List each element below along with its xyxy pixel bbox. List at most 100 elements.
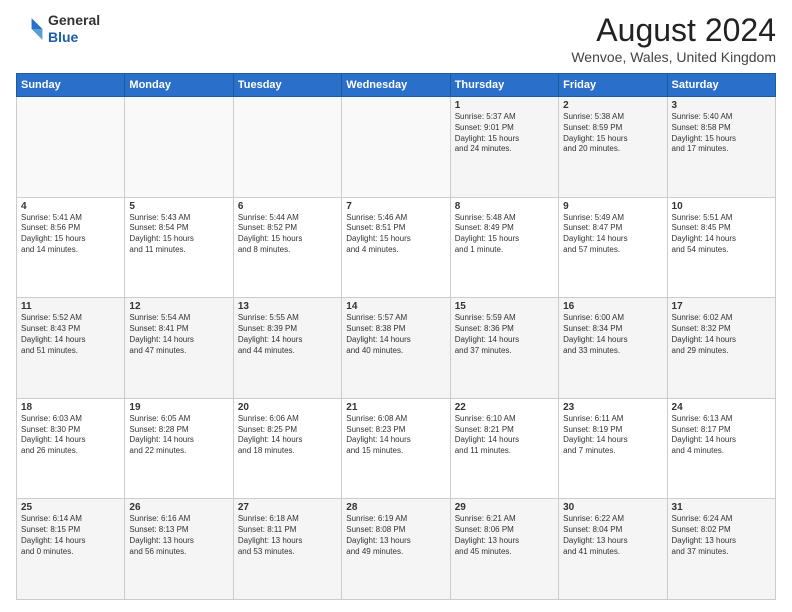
cell-info: Sunrise: 6:00 AM Sunset: 8:34 PM Dayligh… [563,313,662,356]
day-number: 22 [455,402,554,413]
calendar-cell: 10Sunrise: 5:51 AM Sunset: 8:45 PM Dayli… [667,197,775,298]
calendar-week-3: 11Sunrise: 5:52 AM Sunset: 8:43 PM Dayli… [17,298,776,399]
cell-info: Sunrise: 5:55 AM Sunset: 8:39 PM Dayligh… [238,313,337,356]
cell-info: Sunrise: 5:48 AM Sunset: 8:49 PM Dayligh… [455,213,554,256]
cell-info: Sunrise: 5:59 AM Sunset: 8:36 PM Dayligh… [455,313,554,356]
day-number: 15 [455,301,554,312]
calendar-week-2: 4Sunrise: 5:41 AM Sunset: 8:56 PM Daylig… [17,197,776,298]
calendar-cell [125,97,233,198]
cell-info: Sunrise: 6:03 AM Sunset: 8:30 PM Dayligh… [21,414,120,457]
day-number: 17 [672,301,771,312]
day-number: 30 [563,502,662,513]
cell-info: Sunrise: 6:08 AM Sunset: 8:23 PM Dayligh… [346,414,445,457]
calendar-cell: 30Sunrise: 6:22 AM Sunset: 8:04 PM Dayli… [559,499,667,600]
calendar-cell: 11Sunrise: 5:52 AM Sunset: 8:43 PM Dayli… [17,298,125,399]
calendar-cell: 16Sunrise: 6:00 AM Sunset: 8:34 PM Dayli… [559,298,667,399]
cell-info: Sunrise: 6:14 AM Sunset: 8:15 PM Dayligh… [21,514,120,557]
cell-info: Sunrise: 6:05 AM Sunset: 8:28 PM Dayligh… [129,414,228,457]
cell-info: Sunrise: 5:46 AM Sunset: 8:51 PM Dayligh… [346,213,445,256]
calendar-cell: 19Sunrise: 6:05 AM Sunset: 8:28 PM Dayli… [125,398,233,499]
cell-info: Sunrise: 5:52 AM Sunset: 8:43 PM Dayligh… [21,313,120,356]
calendar-cell: 23Sunrise: 6:11 AM Sunset: 8:19 PM Dayli… [559,398,667,499]
day-number: 27 [238,502,337,513]
day-number: 13 [238,301,337,312]
calendar-cell: 20Sunrise: 6:06 AM Sunset: 8:25 PM Dayli… [233,398,341,499]
location: Wenvoe, Wales, United Kingdom [571,49,776,65]
cell-info: Sunrise: 6:10 AM Sunset: 8:21 PM Dayligh… [455,414,554,457]
calendar-cell: 27Sunrise: 6:18 AM Sunset: 8:11 PM Dayli… [233,499,341,600]
day-number: 6 [238,201,337,212]
cell-info: Sunrise: 5:51 AM Sunset: 8:45 PM Dayligh… [672,213,771,256]
cell-info: Sunrise: 5:41 AM Sunset: 8:56 PM Dayligh… [21,213,120,256]
cell-info: Sunrise: 6:19 AM Sunset: 8:08 PM Dayligh… [346,514,445,557]
logo-general: General [48,12,100,29]
cell-info: Sunrise: 5:40 AM Sunset: 8:58 PM Dayligh… [672,112,771,155]
logo-blue: Blue [48,29,100,46]
day-number: 29 [455,502,554,513]
cell-info: Sunrise: 5:43 AM Sunset: 8:54 PM Dayligh… [129,213,228,256]
day-number: 28 [346,502,445,513]
calendar-cell: 29Sunrise: 6:21 AM Sunset: 8:06 PM Dayli… [450,499,558,600]
calendar-cell: 15Sunrise: 5:59 AM Sunset: 8:36 PM Dayli… [450,298,558,399]
calendar-cell: 2Sunrise: 5:38 AM Sunset: 8:59 PM Daylig… [559,97,667,198]
day-number: 10 [672,201,771,212]
day-number: 12 [129,301,228,312]
logo: General Blue [16,12,100,46]
calendar-cell: 24Sunrise: 6:13 AM Sunset: 8:17 PM Dayli… [667,398,775,499]
day-number: 23 [563,402,662,413]
calendar-cell: 4Sunrise: 5:41 AM Sunset: 8:56 PM Daylig… [17,197,125,298]
day-number: 7 [346,201,445,212]
day-header-saturday: Saturday [667,74,775,97]
day-number: 3 [672,100,771,111]
cell-info: Sunrise: 6:11 AM Sunset: 8:19 PM Dayligh… [563,414,662,457]
day-header-friday: Friday [559,74,667,97]
cell-info: Sunrise: 5:54 AM Sunset: 8:41 PM Dayligh… [129,313,228,356]
day-number: 21 [346,402,445,413]
calendar-cell: 17Sunrise: 6:02 AM Sunset: 8:32 PM Dayli… [667,298,775,399]
cell-info: Sunrise: 6:21 AM Sunset: 8:06 PM Dayligh… [455,514,554,557]
day-number: 25 [21,502,120,513]
cell-info: Sunrise: 6:16 AM Sunset: 8:13 PM Dayligh… [129,514,228,557]
calendar-cell: 5Sunrise: 5:43 AM Sunset: 8:54 PM Daylig… [125,197,233,298]
day-number: 9 [563,201,662,212]
day-number: 24 [672,402,771,413]
header: General Blue August 2024 Wenvoe, Wales, … [16,12,776,65]
calendar-cell: 1Sunrise: 5:37 AM Sunset: 9:01 PM Daylig… [450,97,558,198]
cell-info: Sunrise: 6:02 AM Sunset: 8:32 PM Dayligh… [672,313,771,356]
day-number: 16 [563,301,662,312]
cell-info: Sunrise: 6:22 AM Sunset: 8:04 PM Dayligh… [563,514,662,557]
calendar-cell: 6Sunrise: 5:44 AM Sunset: 8:52 PM Daylig… [233,197,341,298]
day-number: 26 [129,502,228,513]
day-number: 31 [672,502,771,513]
day-number: 2 [563,100,662,111]
day-number: 8 [455,201,554,212]
calendar-cell: 21Sunrise: 6:08 AM Sunset: 8:23 PM Dayli… [342,398,450,499]
calendar-cell [342,97,450,198]
calendar: SundayMondayTuesdayWednesdayThursdayFrid… [16,73,776,600]
calendar-cell: 18Sunrise: 6:03 AM Sunset: 8:30 PM Dayli… [17,398,125,499]
calendar-cell: 9Sunrise: 5:49 AM Sunset: 8:47 PM Daylig… [559,197,667,298]
month-title: August 2024 [571,12,776,49]
calendar-header-row: SundayMondayTuesdayWednesdayThursdayFrid… [17,74,776,97]
day-header-wednesday: Wednesday [342,74,450,97]
day-header-monday: Monday [125,74,233,97]
logo-text: General Blue [48,12,100,46]
calendar-cell: 12Sunrise: 5:54 AM Sunset: 8:41 PM Dayli… [125,298,233,399]
calendar-cell: 28Sunrise: 6:19 AM Sunset: 8:08 PM Dayli… [342,499,450,600]
calendar-cell: 13Sunrise: 5:55 AM Sunset: 8:39 PM Dayli… [233,298,341,399]
logo-icon [16,15,44,43]
day-number: 4 [21,201,120,212]
cell-info: Sunrise: 5:49 AM Sunset: 8:47 PM Dayligh… [563,213,662,256]
day-number: 19 [129,402,228,413]
cell-info: Sunrise: 5:37 AM Sunset: 9:01 PM Dayligh… [455,112,554,155]
cell-info: Sunrise: 6:13 AM Sunset: 8:17 PM Dayligh… [672,414,771,457]
calendar-cell: 25Sunrise: 6:14 AM Sunset: 8:15 PM Dayli… [17,499,125,600]
day-number: 18 [21,402,120,413]
calendar-cell: 3Sunrise: 5:40 AM Sunset: 8:58 PM Daylig… [667,97,775,198]
day-number: 5 [129,201,228,212]
calendar-cell [233,97,341,198]
day-number: 11 [21,301,120,312]
page: General Blue August 2024 Wenvoe, Wales, … [0,0,792,612]
day-number: 20 [238,402,337,413]
day-number: 14 [346,301,445,312]
